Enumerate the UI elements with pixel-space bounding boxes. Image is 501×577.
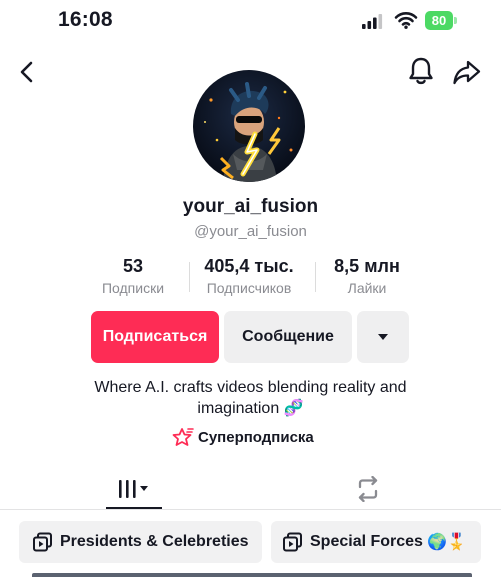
playlist-icon	[283, 532, 302, 552]
bio-line: Where A.I. crafts videos blending realit…	[94, 379, 407, 396]
playlist-label: Presidents & Celebreties	[60, 533, 249, 550]
avatar	[193, 70, 305, 182]
playlist-chip[interactable]: Special Forces 🌍🎖️	[271, 521, 481, 563]
playlist-label: Special Forces	[310, 533, 423, 550]
stat-value: 405,4 тыс.	[204, 256, 294, 276]
stat-likes[interactable]: 8,5 млн Лайки	[317, 256, 417, 296]
stat-label: Подписчиков	[206, 280, 292, 296]
bio: Where A.I. crafts videos blending realit…	[60, 377, 441, 419]
video-thumbnail-edge	[32, 573, 472, 577]
playlist-emoji: 🌍🎖️	[426, 534, 467, 551]
tab-videos[interactable]	[106, 474, 162, 504]
stat-label: Подписки	[101, 280, 165, 296]
videos-grid-icon	[119, 480, 148, 498]
battery-indicator: 80	[425, 11, 457, 30]
follow-button[interactable]: Подписаться	[91, 311, 219, 363]
stat-value: 53	[122, 256, 144, 276]
super-subscription-label: Суперподписка	[198, 428, 314, 446]
more-options-button[interactable]	[357, 311, 409, 363]
bell-icon[interactable]	[407, 56, 435, 86]
stat-following[interactable]: 53 Подписки	[83, 256, 183, 296]
stat-divider	[315, 262, 316, 292]
battery-level: 80	[431, 13, 447, 28]
playlist-chip[interactable]: Presidents & Celebreties	[19, 521, 262, 563]
share-icon[interactable]	[452, 58, 482, 86]
tab-reposts[interactable]	[340, 474, 396, 504]
playlist-icon	[33, 532, 52, 552]
tabs-divider	[0, 509, 501, 510]
bio-line: imagination	[197, 400, 280, 417]
dna-emoji: 🧬	[283, 400, 304, 417]
star-icon	[172, 428, 194, 446]
cellular-signal-icon	[362, 14, 383, 29]
wifi-icon	[394, 12, 418, 29]
handle: @your_ai_fusion	[194, 223, 307, 240]
stat-value: 8,5 млн	[334, 256, 400, 276]
super-subscription-link[interactable]: Суперподписка	[172, 427, 314, 447]
message-button[interactable]: Сообщение	[224, 311, 352, 363]
status-time: 16:08	[58, 8, 113, 31]
username: your_ai_fusion	[182, 196, 319, 217]
stat-label: Лайки	[347, 280, 387, 296]
back-icon[interactable]	[16, 60, 38, 84]
reposts-icon	[358, 476, 378, 502]
dropdown-icon	[378, 334, 388, 340]
stat-followers[interactable]: 405,4 тыс. Подписчиков	[189, 256, 309, 296]
